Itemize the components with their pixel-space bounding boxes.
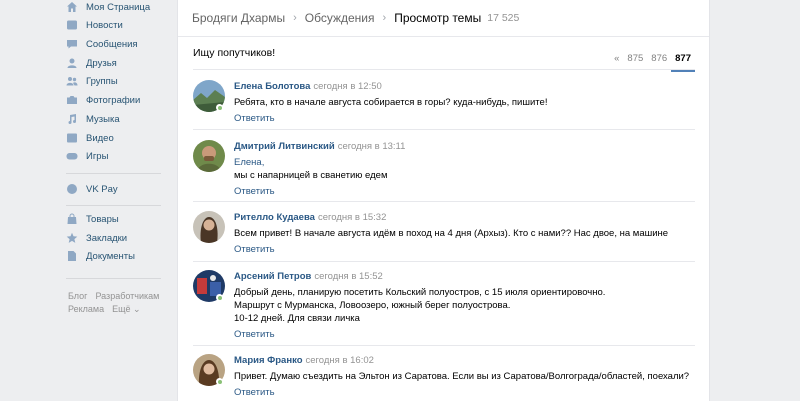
sidebar-item-documents[interactable]: Документы bbox=[66, 247, 135, 265]
post-text: Ребята, кто в начале августа собирается … bbox=[234, 96, 695, 109]
post-text: Всем привет! В начале августа идём в пох… bbox=[234, 227, 695, 240]
post-time[interactable]: сегодня в 15:52 bbox=[314, 271, 382, 282]
sidebar-item-news[interactable]: Новости bbox=[66, 16, 123, 34]
sidebar-item-messages[interactable]: Сообщения bbox=[66, 35, 138, 53]
avatar[interactable] bbox=[193, 140, 225, 172]
sidebar-divider bbox=[66, 278, 161, 279]
breadcrumb-discussions-link[interactable]: Обсуждения bbox=[305, 11, 375, 25]
sidebar-item-label: VK Pay bbox=[86, 183, 118, 195]
sidebar-item-label: Моя Страница bbox=[86, 1, 151, 13]
footer-blog-link[interactable]: Блог bbox=[68, 291, 87, 301]
chevron-right-icon: › bbox=[293, 12, 297, 24]
breadcrumb-current: Просмотр темы bbox=[394, 11, 482, 25]
sidebar-item-goods[interactable]: Товары bbox=[66, 210, 119, 228]
post-author[interactable]: Елена Болотова bbox=[234, 81, 310, 92]
footer-developers-link[interactable]: Разработчикам bbox=[95, 291, 159, 301]
sidebar-item-label: Друзья bbox=[86, 57, 117, 69]
page-title: Ищу попутчиков! bbox=[193, 47, 276, 59]
post-text-line: Маршрут с Мурманска, Ловоозеро, южный бе… bbox=[234, 300, 511, 311]
camera-icon bbox=[66, 94, 78, 106]
news-icon bbox=[66, 19, 78, 31]
groups-icon bbox=[66, 75, 78, 87]
document-icon bbox=[66, 250, 78, 262]
post-text-line: мы с напарницей в сванетию едем bbox=[234, 170, 388, 181]
gamepad-icon bbox=[66, 150, 78, 162]
online-indicator bbox=[216, 294, 223, 301]
post-text-line: Елена, bbox=[234, 157, 265, 168]
sidebar-divider bbox=[66, 173, 161, 174]
vkpay-icon bbox=[66, 183, 78, 195]
topic-panel: Бродяги Дхармы › Обсуждения › Просмотр т… bbox=[177, 0, 710, 401]
sidebar-item-photos[interactable]: Фотографии bbox=[66, 91, 140, 109]
post-text-line: Всем привет! В начале августа идём в пох… bbox=[234, 228, 669, 239]
post-author[interactable]: Дмитрий Литвинский bbox=[234, 141, 335, 152]
left-sidebar: Моя Страница Новости Сообщения Друзья Гр… bbox=[0, 0, 170, 401]
music-icon bbox=[66, 113, 78, 125]
sidebar-item-friends[interactable]: Друзья bbox=[66, 54, 117, 72]
post-time[interactable]: сегодня в 16:02 bbox=[306, 355, 374, 366]
sidebar-item-my-page[interactable]: Моя Страница bbox=[66, 0, 150, 16]
reply-link[interactable]: Ответить bbox=[234, 329, 695, 340]
avatar[interactable] bbox=[193, 211, 225, 243]
post-text-line: Добрый день, планирую посетить Кольский … bbox=[234, 287, 606, 298]
divider bbox=[193, 129, 695, 130]
sidebar-footer-row: Блог Разработчикам bbox=[68, 291, 167, 301]
sidebar-footer-row: Реклама Ещё ⌄ bbox=[68, 304, 149, 315]
sidebar-item-label: Сообщения bbox=[86, 38, 138, 50]
bag-icon bbox=[66, 213, 78, 225]
footer-more-link[interactable]: Ещё ⌄ bbox=[112, 304, 140, 314]
post-text: Елена, мы с напарницей в сванетию едем bbox=[234, 156, 695, 182]
chevron-right-icon: › bbox=[382, 12, 387, 24]
topic-count: 17 525 bbox=[487, 12, 520, 24]
reply-link[interactable]: Ответить bbox=[234, 113, 695, 124]
friends-icon bbox=[66, 57, 78, 69]
breadcrumb: Бродяги Дхармы › Обсуждения › Просмотр т… bbox=[178, 0, 709, 37]
post-author[interactable]: Мария Франко bbox=[234, 355, 303, 366]
post-text: Добрый день, планирую посетить Кольский … bbox=[234, 286, 695, 325]
home-icon bbox=[66, 1, 78, 13]
sidebar-item-label: Группы bbox=[86, 75, 118, 87]
sidebar-item-label: Музыка bbox=[86, 113, 120, 125]
post-text-line: Ребята, кто в начале августа собирается … bbox=[234, 97, 548, 108]
breadcrumb-group-link[interactable]: Бродяги Дхармы bbox=[192, 11, 285, 25]
sidebar-item-label: Новости bbox=[86, 19, 123, 31]
sidebar-item-label: Видео bbox=[86, 132, 114, 144]
sidebar-item-label: Товары bbox=[86, 213, 119, 225]
divider bbox=[193, 201, 695, 202]
sidebar-item-vkpay[interactable]: VK Pay bbox=[66, 180, 118, 198]
online-indicator bbox=[216, 104, 223, 111]
post-time[interactable]: сегодня в 12:50 bbox=[313, 81, 381, 92]
post-author[interactable]: Рителло Кудаева bbox=[234, 212, 315, 223]
post-author[interactable]: Арсений Петров bbox=[234, 271, 311, 282]
sidebar-item-groups[interactable]: Группы bbox=[66, 72, 118, 90]
post-text-line: Привет. Думаю съездить на Эльтон из Сара… bbox=[234, 371, 690, 382]
sidebar-item-bookmarks[interactable]: Закладки bbox=[66, 229, 127, 247]
online-indicator bbox=[216, 378, 223, 385]
post-text: Привет. Думаю съездить на Эльтон из Сара… bbox=[234, 370, 695, 383]
post-text-line: 10-12 дней. Для связи личка bbox=[234, 313, 360, 324]
reply-link[interactable]: Ответить bbox=[234, 387, 695, 398]
footer-ads-link[interactable]: Реклама bbox=[68, 304, 104, 314]
sidebar-item-label: Закладки bbox=[86, 232, 128, 244]
divider bbox=[193, 261, 695, 262]
messages-icon bbox=[66, 38, 78, 50]
divider bbox=[193, 345, 695, 346]
sidebar-item-label: Документы bbox=[86, 250, 135, 262]
sidebar-item-video[interactable]: Видео bbox=[66, 129, 114, 147]
reply-link[interactable]: Ответить bbox=[234, 244, 695, 255]
reply-link[interactable]: Ответить bbox=[234, 186, 695, 197]
sidebar-item-label: Игры bbox=[86, 150, 109, 162]
video-icon bbox=[66, 132, 78, 144]
sidebar-item-games[interactable]: Игры bbox=[66, 147, 108, 165]
sidebar-item-music[interactable]: Музыка bbox=[66, 110, 120, 128]
sidebar-item-label: Фотографии bbox=[86, 94, 141, 106]
star-icon bbox=[66, 232, 78, 244]
post-time[interactable]: сегодня в 13:11 bbox=[338, 141, 406, 152]
sidebar-divider bbox=[66, 205, 161, 206]
post-time[interactable]: сегодня в 15:32 bbox=[318, 212, 386, 223]
divider bbox=[193, 69, 695, 70]
